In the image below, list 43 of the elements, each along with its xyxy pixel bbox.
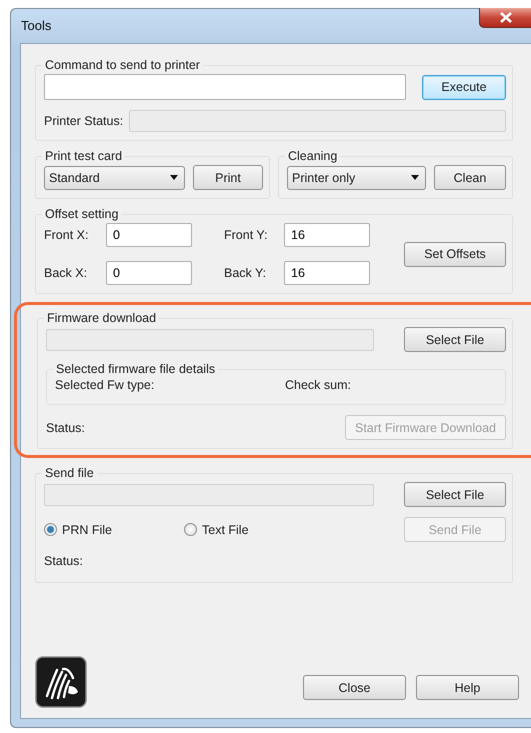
window-title: Tools [21, 18, 52, 33]
radio-option[interactable]: PRN File [44, 522, 184, 536]
file-path-field[interactable] [46, 328, 374, 350]
dropdown[interactable]: Standard [44, 166, 185, 190]
field-label: Printer Status: [44, 114, 124, 128]
group-label: Selected firmware file details [55, 362, 216, 376]
radio-option[interactable]: Text File [184, 522, 249, 536]
file-path-field[interactable] [44, 484, 374, 506]
zebra-logo-icon [35, 656, 87, 708]
close-button[interactable] [479, 8, 531, 28]
close-icon [500, 12, 512, 23]
radio-label: Text File [202, 522, 249, 536]
group-label: Print test card [44, 149, 124, 163]
field-label: Front X: [44, 228, 90, 242]
field-label: Check sum: [285, 378, 351, 392]
select-file-button[interactable]: Select File [404, 327, 506, 352]
field-label: Front Y: [224, 228, 269, 242]
action-button[interactable]: Print [193, 165, 263, 190]
command-input[interactable] [44, 74, 406, 100]
offset-input[interactable]: 16 [284, 223, 370, 247]
select-file-button[interactable]: Select File [404, 482, 506, 507]
dropdown-caret-icon [170, 175, 178, 180]
set-offsets-button[interactable]: Set Offsets [404, 242, 506, 266]
offset-input[interactable]: 0 [106, 261, 192, 285]
dialog-button[interactable]: Close [303, 675, 406, 700]
group-label: Cleaning [287, 149, 338, 163]
action-button[interactable]: Clean [434, 165, 506, 190]
offset-input[interactable]: 0 [106, 223, 192, 247]
offset-input[interactable]: 16 [284, 261, 370, 285]
group-label: Command to send to printer [44, 58, 201, 72]
field-label: Back Y: [224, 266, 268, 280]
field-label: Back X: [44, 266, 88, 280]
group-label: Send file [44, 466, 95, 480]
status-label: Status: [46, 420, 85, 434]
dropdown[interactable]: Printer only [287, 166, 426, 190]
dropdown-caret-icon [411, 175, 419, 180]
group-label: Offset setting [44, 207, 120, 221]
radio-label: PRN File [62, 522, 112, 536]
status-label: Status: [44, 553, 84, 570]
dialog-button[interactable]: Help [416, 675, 519, 700]
execute-button[interactable]: Execute [422, 74, 506, 100]
field-label: Selected Fw type: [55, 378, 156, 392]
group-label: Firmware download [46, 311, 158, 325]
